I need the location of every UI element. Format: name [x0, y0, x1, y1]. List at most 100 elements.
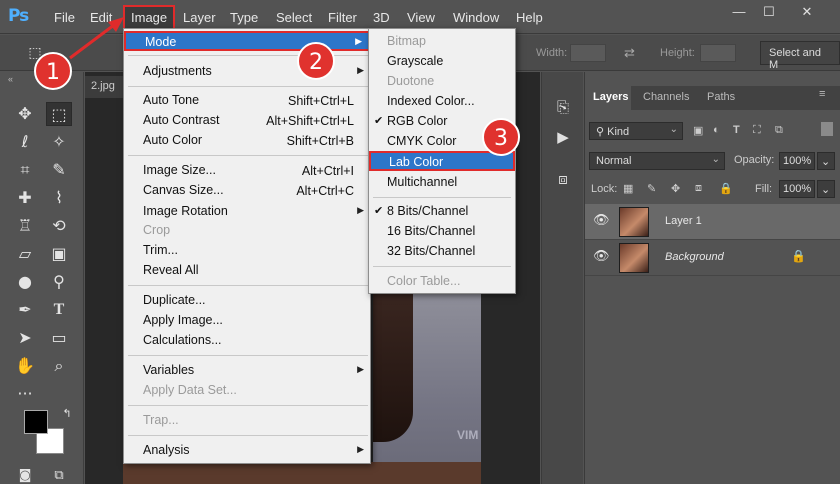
menu-item-image-rotation[interactable]: Image Rotation ▶ [124, 202, 370, 222]
screen-mode-icon[interactable]: ⧉ [46, 464, 72, 484]
mode-item-16-bits[interactable]: 16 Bits/Channel [369, 222, 515, 242]
clone-stamp-icon[interactable]: ♖ [12, 214, 38, 238]
gradient-icon[interactable]: ▣ [46, 242, 72, 266]
close-icon[interactable]: ✕ [796, 4, 818, 22]
zoom-tool-icon[interactable]: ⌕ [46, 354, 72, 378]
menu-item-canvas-size[interactable]: Canvas Size... Alt+Ctrl+C [124, 181, 370, 201]
filter-type-icon[interactable]: T [733, 124, 740, 136]
blend-mode-dropdown[interactable]: Normal ⌄ [589, 152, 725, 170]
layer-row[interactable]: 👁 Background 🔒 [585, 240, 840, 276]
lock-artboard-icon[interactable]: ⧈ [695, 182, 702, 195]
lock-transparent-icon[interactable]: ▦ [623, 182, 633, 195]
swap-icon[interactable]: ⇄ [624, 45, 635, 61]
mode-item-grayscale[interactable]: Grayscale [369, 52, 515, 72]
kind-filter-dropdown[interactable]: ⚲ Kind ⌄ [589, 122, 683, 140]
eraser-icon[interactable]: ▱ [12, 242, 38, 266]
filter-pixel-icon[interactable]: ▣ [693, 124, 703, 137]
marquee-tool-icon[interactable]: ⬚ [46, 102, 72, 126]
opacity-field[interactable]: 100% [779, 152, 815, 170]
pen-tool-icon[interactable]: ✒ [12, 298, 38, 322]
lock-all-icon[interactable]: 🔒 [719, 182, 733, 195]
opacity-chevron-icon[interactable]: ⌄ [817, 152, 835, 170]
hand-tool-icon[interactable]: ✋ [12, 354, 38, 378]
tab-channels[interactable]: Channels [643, 91, 689, 103]
menu-type[interactable]: Type [230, 10, 258, 25]
visibility-eye-icon[interactable]: 👁 [593, 212, 610, 228]
lasso-tool-icon[interactable]: ℓ [12, 130, 38, 154]
menu-image[interactable]: Image [123, 5, 176, 30]
menu-select[interactable]: Select [276, 10, 312, 25]
panel-menu-icon[interactable]: ≡ [819, 88, 825, 100]
layer-row[interactable]: 👁 Layer 1 [585, 204, 840, 240]
menu-item-analysis[interactable]: Analysis ▶ [124, 441, 370, 461]
mode-submenu: Bitmap Grayscale Duotone Indexed Color..… [368, 28, 516, 294]
menu-item-image-size[interactable]: Image Size... Alt+Ctrl+I [124, 161, 370, 181]
menu-3d[interactable]: 3D [373, 10, 390, 25]
filter-adjustment-icon[interactable]: ◐ [713, 124, 720, 136]
select-and-mask-button[interactable]: Select and M [760, 41, 840, 71]
minimize-icon[interactable]: — [728, 4, 750, 22]
width-field[interactable] [570, 44, 606, 62]
menu-item-apply-image[interactable]: Apply Image... [124, 311, 370, 331]
rectangle-tool-icon[interactable]: ▭ [46, 326, 72, 350]
menu-item-variables[interactable]: Variables ▶ [124, 361, 370, 381]
magic-wand-icon[interactable]: ✧ [46, 130, 72, 154]
dodge-tool-icon[interactable]: ⚲ [46, 270, 72, 294]
history-icon[interactable]: ⎘ [552, 98, 574, 120]
path-selection-icon[interactable]: ➤ [12, 326, 38, 350]
mode-item-multichannel[interactable]: Multichannel [369, 173, 515, 193]
menu-view[interactable]: View [407, 10, 435, 25]
move-tool-icon[interactable]: ✥ [12, 102, 38, 126]
menu-file[interactable]: File [54, 10, 75, 25]
menu-item-calculations[interactable]: Calculations... [124, 331, 370, 351]
foreground-color-swatch[interactable] [24, 410, 48, 434]
crop-tool-icon[interactable]: ⌗ [12, 158, 38, 182]
lock-position-icon[interactable]: ✥ [671, 182, 680, 195]
swap-colors-icon[interactable]: ↰ [54, 402, 80, 426]
brush-tool-icon[interactable]: ⌇ [46, 186, 72, 210]
eyedropper-icon[interactable]: ✎ [46, 158, 72, 182]
mode-item-duotone: Duotone [387, 74, 435, 88]
maximize-icon[interactable]: ☐ [758, 4, 780, 22]
quick-mask-icon[interactable]: ◙ [12, 464, 38, 484]
mode-item-8-bits[interactable]: ✔ 8 Bits/Channel [369, 202, 515, 222]
menu-edit[interactable]: Edit [90, 10, 112, 25]
submenu-arrow-icon: ▶ [357, 205, 364, 215]
mode-item-bitmap: Bitmap [387, 34, 426, 48]
blur-tool-icon[interactable]: ● [12, 270, 38, 294]
menu-item-auto-color[interactable]: Auto Color Shift+Ctrl+B [124, 131, 370, 151]
menu-help[interactable]: Help [516, 10, 543, 25]
image-menu: Mode ▶ Adjustments ▶ Auto Tone Shift+Ctrl+L… [123, 28, 371, 464]
visibility-eye-icon[interactable]: 👁 [593, 248, 610, 264]
tab-layers[interactable]: Layers [593, 91, 628, 103]
submenu-arrow-icon: ▶ [357, 364, 364, 374]
mode-item-indexed-color[interactable]: Indexed Color... [369, 92, 515, 112]
properties-icon[interactable]: ⧈ [552, 170, 574, 192]
more-tools-icon[interactable]: ··· [12, 382, 38, 406]
menu-item-duplicate[interactable]: Duplicate... [124, 291, 370, 311]
menu-window[interactable]: Window [453, 10, 499, 25]
menu-item-mode[interactable]: Mode ▶ [124, 31, 370, 51]
mode-item-32-bits[interactable]: 32 Bits/Channel [369, 242, 515, 262]
fill-chevron-icon[interactable]: ⌄ [817, 180, 835, 198]
filter-toggle[interactable] [821, 122, 833, 136]
height-field[interactable] [700, 44, 736, 62]
document-tab[interactable]: 2.jpg [85, 76, 125, 98]
collapse-icon[interactable]: « [8, 74, 13, 84]
menu-item-trim[interactable]: Trim... [124, 241, 370, 261]
menu-item-reveal-all[interactable]: Reveal All [124, 261, 370, 281]
filter-smart-icon[interactable]: ⧉ [775, 124, 783, 137]
fill-field[interactable]: 100% [779, 180, 815, 198]
history-brush-icon[interactable]: ⟲ [46, 214, 72, 238]
menu-item-auto-tone[interactable]: Auto Tone Shift+Ctrl+L [124, 91, 370, 111]
healing-brush-icon[interactable]: ✚ [12, 186, 38, 210]
play-actions-icon[interactable]: ▶ [552, 128, 574, 150]
lock-image-icon[interactable]: ✎ [647, 182, 656, 195]
menu-layer[interactable]: Layer [183, 10, 216, 25]
menu-filter[interactable]: Filter [328, 10, 357, 25]
filter-shape-icon[interactable]: ⛶ [753, 124, 761, 137]
menu-item-auto-contrast[interactable]: Auto Contrast Alt+Shift+Ctrl+L [124, 111, 370, 131]
type-tool-icon[interactable]: T [46, 298, 72, 322]
lock-label: Lock: [591, 183, 618, 195]
tab-paths[interactable]: Paths [707, 91, 735, 103]
